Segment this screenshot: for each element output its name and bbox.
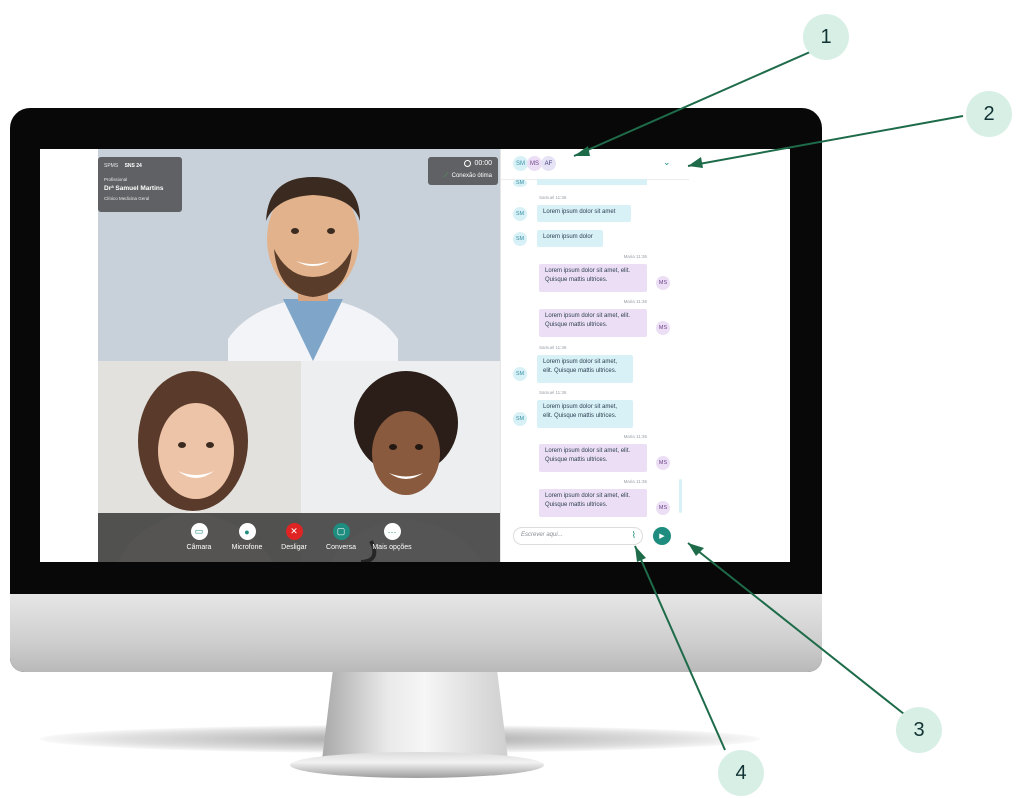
arrow-2: [687, 115, 964, 167]
arrowhead-1: [574, 146, 590, 156]
arrow-3: [687, 542, 905, 715]
callout-3: 3: [896, 707, 942, 753]
callout-2: 2: [966, 91, 1012, 137]
arrow-1: [573, 51, 811, 157]
annotation-arrows: [573, 51, 964, 751]
callout-4: 4: [718, 750, 764, 796]
arrow-4: [634, 545, 726, 751]
callout-1: 1: [803, 14, 849, 60]
arrowhead-4: [635, 546, 646, 562]
